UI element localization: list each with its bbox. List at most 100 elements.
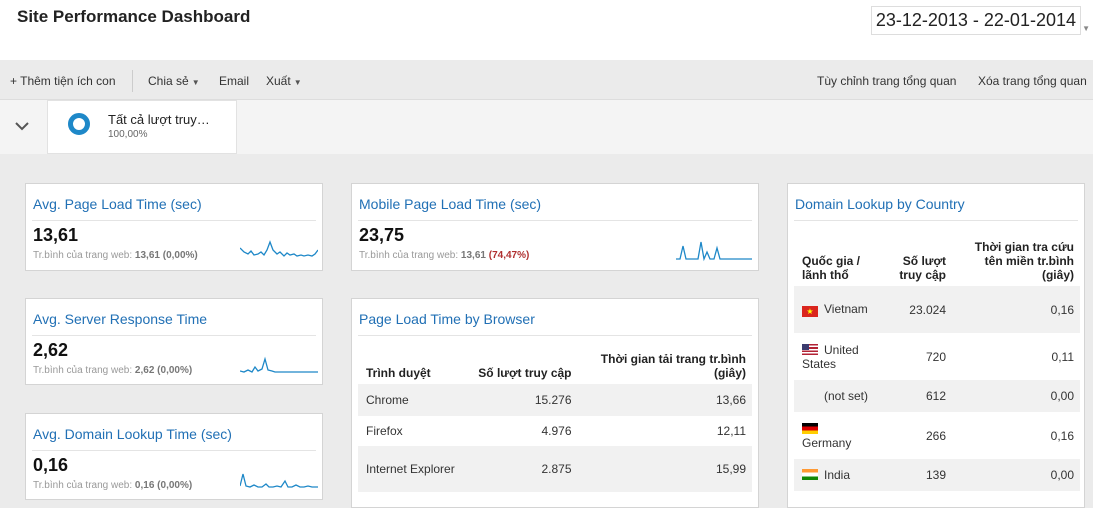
country-name: (not set) — [824, 389, 869, 403]
browser-table: Trình duyệt Số lượt truy cập Thời gian t… — [358, 346, 752, 492]
browser-name[interactable]: Internet Explorer — [358, 446, 469, 492]
widget-title[interactable]: Domain Lookup by Country — [795, 196, 965, 212]
divider — [32, 335, 316, 336]
visits-cell: 612 — [878, 380, 952, 412]
date-range-label: 23-12-2013 - 22-01-2014 — [875, 10, 1076, 30]
segment-card[interactable]: Tất cả lượt truy… 100,00% — [47, 100, 237, 154]
date-range-picker[interactable]: 23-12-2013 - 22-01-2014 ▼ — [870, 6, 1090, 35]
load-time-cell: 12,11 — [716, 424, 746, 438]
metric-site-average: Tr.bình của trang web: 2,62 (0,00%) — [33, 365, 192, 376]
sparkline-chart — [240, 240, 318, 257]
table-row: India 139 0,00 — [794, 459, 1080, 491]
lookup-time-cell: 0,16 — [1050, 428, 1074, 443]
table-header-row: Quốc gia / lãnh thổ Số lượt truy cập Thờ… — [794, 232, 1080, 286]
widget-avg-domain-lookup: Avg. Domain Lookup Time (sec) 0,16 Tr.bì… — [25, 413, 323, 500]
table-row: Firefox 4.976 12,11 — [358, 416, 752, 446]
visits-cell: 266 — [925, 428, 946, 443]
export-label: Xuất — [266, 74, 291, 88]
country-cell[interactable]: ★ Vietnam — [794, 286, 878, 333]
delete-dashboard-button[interactable]: Xóa trang tổng quan — [978, 74, 1087, 88]
site-average-value: 13,61 — [460, 250, 486, 261]
visits-cell: 720 — [925, 349, 946, 364]
site-average-label: Tr.bình của trang web: — [359, 250, 459, 261]
dashboard-header: Site Performance Dashboard 23-12-2013 - … — [0, 0, 1093, 60]
country-name: India — [824, 468, 851, 482]
widget-title[interactable]: Mobile Page Load Time (sec) — [359, 196, 541, 212]
segment-toggle[interactable] — [0, 100, 46, 154]
toolbar-divider — [132, 70, 133, 92]
share-button[interactable]: Chia sẻ ▼ — [148, 74, 200, 88]
us-flag-icon — [802, 343, 818, 355]
widget-page-load-by-browser: Page Load Time by Browser Trình duyệt Số… — [351, 298, 759, 508]
chevron-down-icon: ▼ — [1082, 24, 1090, 33]
segment-bar: Tất cả lượt truy… 100,00% — [0, 100, 1093, 154]
lookup-time-cell: 0,00 — [952, 459, 1080, 491]
widget-title[interactable]: Avg. Domain Lookup Time (sec) — [33, 426, 232, 442]
widget-domain-lookup-by-country: Domain Lookup by Country Quốc gia / lãnh… — [787, 183, 1085, 508]
widget-title[interactable]: Avg. Server Response Time — [33, 311, 207, 327]
column-header[interactable]: Thời gian tải trang tr.bình (giây) — [578, 346, 752, 384]
column-header[interactable]: Quốc gia / lãnh thổ — [794, 232, 878, 286]
country-cell[interactable]: Germany — [794, 412, 878, 459]
divider — [358, 220, 752, 221]
dashboard-toolbar: + Thêm tiện ích con Chia sẻ ▼ Email Xuất ▼… — [0, 61, 1093, 100]
country-name: Germany — [802, 435, 852, 450]
column-header[interactable]: Số lượt truy cập — [468, 346, 577, 384]
country-cell[interactable]: India — [794, 459, 878, 491]
metric-value: 2,62 — [33, 340, 69, 360]
country-name: Vietnam — [824, 302, 868, 316]
site-average-value: 0,16 — [134, 480, 155, 491]
column-header[interactable]: Trình duyệt — [358, 346, 468, 384]
metric-value: 13,61 — [33, 225, 79, 245]
site-average-label: Tr.bình của trang web: — [33, 480, 133, 491]
visits-cell: 23.024 — [878, 286, 952, 333]
country-cell[interactable]: United States — [794, 333, 878, 380]
site-average-label: Tr.bình của trang web: — [33, 365, 133, 376]
segment-name: Tất cả lượt truy… — [108, 112, 210, 127]
metric-value: 0,16 — [33, 455, 69, 475]
sparkline-chart — [676, 241, 752, 262]
widget-title[interactable]: Avg. Page Load Time (sec) — [33, 196, 202, 212]
browser-name[interactable]: Chrome — [358, 384, 469, 416]
country-cell[interactable]: (not set) — [794, 380, 878, 412]
widget-avg-server-response: Avg. Server Response Time 2,62 Tr.bình c… — [25, 298, 323, 385]
in-flag-icon — [802, 469, 818, 480]
export-button[interactable]: Xuất ▼ — [266, 74, 302, 88]
lookup-time-cell: 0,16 — [952, 286, 1080, 333]
metric-value: 23,75 — [359, 225, 405, 245]
column-header[interactable]: Số lượt truy cập — [878, 232, 952, 286]
chevron-down-icon — [15, 122, 29, 131]
load-time-cell: 13,66 — [577, 384, 752, 416]
table-header-row: Trình duyệt Số lượt truy cập Thời gian t… — [358, 346, 752, 384]
widget-title[interactable]: Page Load Time by Browser — [359, 311, 535, 327]
customize-dashboard-button[interactable]: Tùy chỉnh trang tổng quan — [817, 74, 956, 88]
site-average-value: 13,61 — [134, 250, 160, 261]
country-table: Quốc gia / lãnh thổ Số lượt truy cập Thờ… — [794, 232, 1080, 491]
metric-site-average: Tr.bình của trang web: 13,61 (74,47%) — [359, 250, 529, 261]
email-button[interactable]: Email — [219, 74, 249, 88]
browser-name[interactable]: Firefox — [358, 416, 468, 446]
site-average-change: (0,00%) — [162, 250, 198, 261]
divider — [358, 335, 752, 336]
metric-site-average: Tr.bình của trang web: 13,61 (0,00%) — [33, 250, 198, 261]
widget-avg-page-load: Avg. Page Load Time (sec) 13,61 Tr.bình … — [25, 183, 323, 271]
widget-mobile-page-load: Mobile Page Load Time (sec) 23,75 Tr.bìn… — [351, 183, 759, 271]
divider — [794, 220, 1078, 221]
add-widget-button[interactable]: + Thêm tiện ích con — [10, 74, 116, 88]
de-flag-icon — [802, 422, 818, 434]
visits-cell: 4.976 — [541, 424, 572, 438]
sparkline-chart — [240, 356, 318, 373]
lookup-time-cell: 0,00 — [952, 380, 1080, 412]
segment-percent: 100,00% — [108, 129, 148, 140]
table-row: Germany 266 0,16 — [794, 412, 1080, 459]
site-average-label: Tr.bình của trang web: — [33, 250, 133, 261]
table-row: United States 720 0,11 — [794, 333, 1080, 380]
visits-cell: 2.875 — [468, 446, 578, 492]
column-header[interactable]: Thời gian tra cứu tên miền tr.bình (giây… — [952, 232, 1080, 286]
load-time-cell: 15,99 — [577, 446, 752, 492]
lookup-time-cell: 0,11 — [1051, 349, 1074, 364]
chevron-down-icon: ▼ — [191, 78, 200, 87]
page-title: Site Performance Dashboard — [17, 7, 251, 26]
vn-flag-icon: ★ — [802, 306, 818, 317]
sparkline-chart — [240, 473, 318, 488]
